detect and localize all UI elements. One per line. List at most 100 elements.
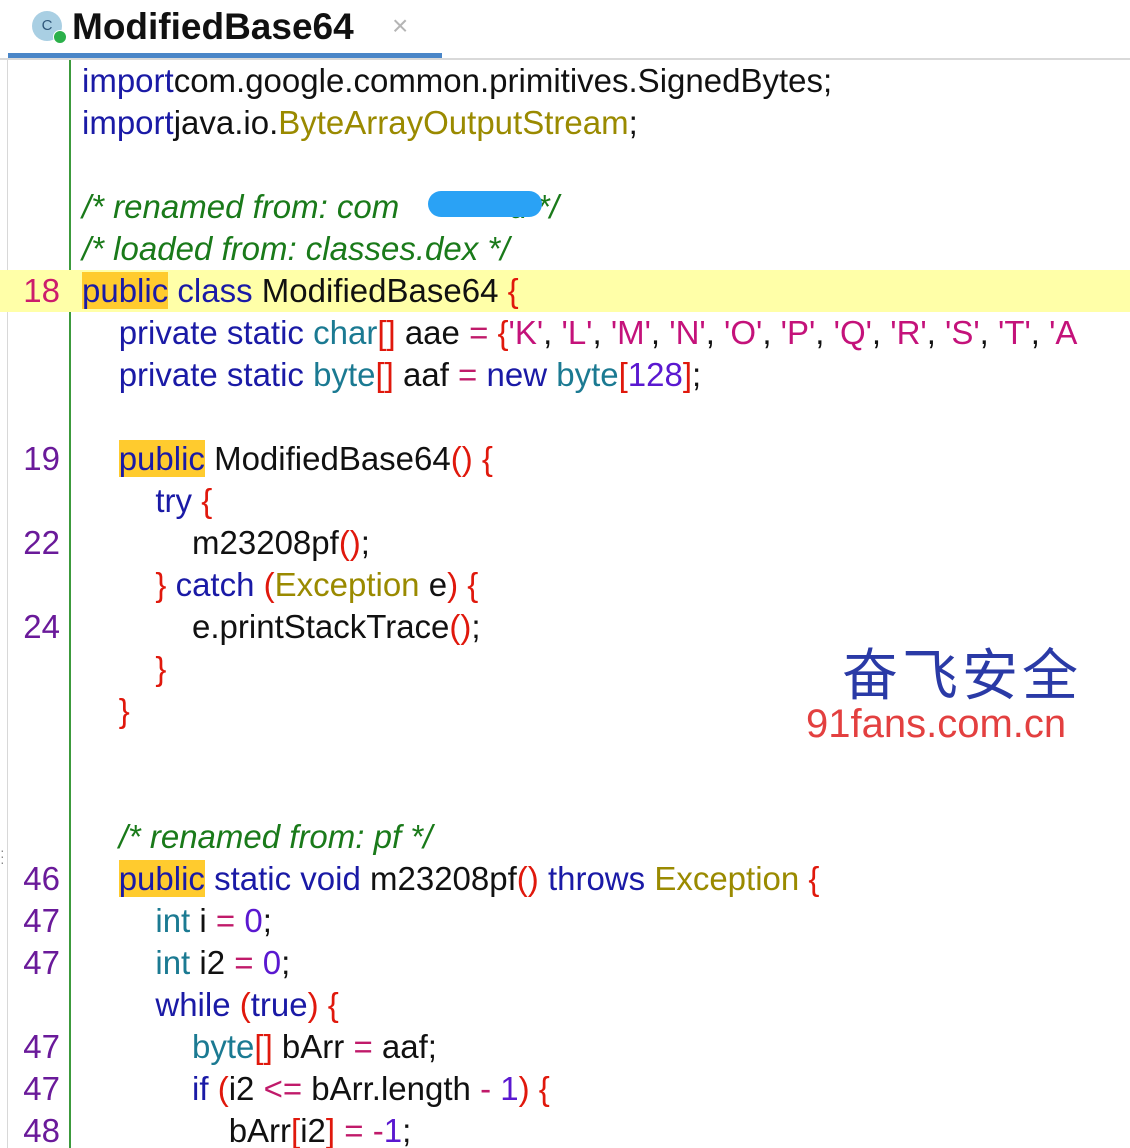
- code-token: import: [82, 62, 174, 99]
- code-token: 1: [383, 1112, 403, 1148]
- code-text: importjava.io.ByteArrayOutputStream;: [82, 102, 638, 144]
- code-token: i: [190, 902, 216, 939]
- code-text: m23208pf();: [82, 522, 370, 564]
- code-line[interactable]: 18 public class ModifiedBase64 {: [0, 270, 1130, 312]
- line-number: 46: [23, 860, 60, 897]
- code-text: if (i2 <= bArr.length - 1) {: [82, 1068, 550, 1110]
- code-token: public: [82, 272, 169, 309]
- code-token: ModifiedBase64: [204, 440, 451, 477]
- code-token: e.printStackTrace: [82, 608, 450, 645]
- code-line[interactable]: while (true) {: [0, 984, 1130, 1026]
- line-number: 47: [23, 902, 60, 939]
- code-token: while: [155, 986, 231, 1023]
- code-token: aaf;: [372, 1028, 437, 1065]
- code-token: ): [307, 986, 319, 1023]
- code-line[interactable]: [0, 396, 1130, 438]
- code-token: if: [192, 1070, 209, 1107]
- code-token: ,: [705, 314, 725, 351]
- code-text: }: [82, 690, 130, 732]
- code-text: e.printStackTrace();: [82, 606, 481, 648]
- code-line[interactable]: 47 if (i2 <= bArr.length - 1) {: [0, 1068, 1130, 1110]
- status-dot-icon: [53, 30, 67, 44]
- code-token: 'Q': [833, 314, 872, 351]
- code-token: m23208pf: [82, 524, 339, 561]
- close-icon[interactable]: ×: [392, 8, 408, 44]
- code-token: ,: [592, 314, 611, 351]
- code-line[interactable]: 48 bArr[i2] = -1;: [0, 1110, 1130, 1148]
- code-token: ): [447, 566, 459, 603]
- code-token: -: [480, 1070, 492, 1107]
- line-number: 22: [23, 524, 60, 561]
- code-line[interactable]: importcom.google.common.primitives.Signe…: [0, 60, 1130, 102]
- code-token: ByteArrayOutputStream: [278, 104, 629, 141]
- code-token: =: [353, 1028, 373, 1065]
- code-line[interactable]: [0, 144, 1130, 186]
- code-line[interactable]: /* renamed from: com d */: [0, 186, 1130, 228]
- code-token: i2: [228, 1070, 264, 1107]
- code-token: []: [254, 1028, 273, 1065]
- resize-handle[interactable]: · · ·: [0, 843, 6, 869]
- code-line[interactable]: 22 m23208pf();: [0, 522, 1130, 564]
- line-number: 19: [23, 440, 60, 477]
- code-token: 'N': [669, 314, 706, 351]
- code-line[interactable]: try {: [0, 480, 1130, 522]
- code-token: 'O': [724, 314, 763, 351]
- code-line[interactable]: } catch (Exception e) {: [0, 564, 1130, 606]
- code-token: (: [217, 1070, 229, 1107]
- code-token: public: [118, 440, 205, 477]
- code-line[interactable]: private static byte[] aaf = new byte[128…: [0, 354, 1130, 396]
- code-line[interactable]: 47 int i2 = 0;: [0, 942, 1130, 984]
- code-line[interactable]: 19 public ModifiedBase64() {: [0, 438, 1130, 480]
- code-token: {: [201, 482, 213, 519]
- line-number: 47: [23, 944, 60, 981]
- code-token: ,: [543, 314, 562, 351]
- line-number: 24: [23, 608, 60, 645]
- code-text: }: [82, 648, 166, 690]
- watermark-url: 91fans.com.cn: [806, 702, 1067, 746]
- code-token: =: [215, 902, 236, 939]
- code-token: com.google.common.primitives.SignedBytes…: [173, 62, 833, 99]
- code-token: (): [516, 860, 539, 897]
- code-line[interactable]: /* renamed from: pf */: [0, 816, 1130, 858]
- code-line[interactable]: /* loaded from: classes.dex */: [0, 228, 1130, 270]
- code-token: }: [155, 566, 167, 603]
- tab-modifiedbase64[interactable]: C ModifiedBase64 ×: [8, 0, 442, 58]
- code-token: e: [419, 566, 448, 603]
- code-line[interactable]: importjava.io.ByteArrayOutputStream;: [0, 102, 1130, 144]
- code-token: int: [155, 944, 191, 981]
- code-text: /* loaded from: classes.dex */: [82, 228, 509, 270]
- code-token: }: [118, 692, 130, 729]
- code-text: } catch (Exception e) {: [82, 564, 478, 606]
- code-text: try {: [82, 480, 212, 522]
- code-line[interactable]: 47 int i = 0;: [0, 900, 1130, 942]
- code-token: (): [449, 608, 472, 645]
- code-token: class: [177, 272, 253, 309]
- code-line[interactable]: 46 public static void m23208pf() throws …: [0, 858, 1130, 900]
- code-line[interactable]: private static char[] aae = {'K', 'L', '…: [0, 312, 1130, 354]
- code-token: /* renamed from: com: [82, 188, 400, 225]
- code-token: []: [375, 356, 394, 393]
- code-token: ;: [471, 608, 481, 645]
- code-token: 'M': [610, 314, 651, 351]
- code-line[interactable]: [0, 774, 1130, 816]
- code-line[interactable]: 47 byte[] bArr = aaf;: [0, 1026, 1130, 1068]
- code-text: private static char[] aae = {'K', 'L', '…: [82, 312, 1078, 354]
- code-editor[interactable]: importcom.google.common.primitives.Signe…: [0, 60, 1130, 1148]
- code-token: 'K': [508, 314, 544, 351]
- code-token: [: [291, 1112, 301, 1148]
- code-token: {: [327, 986, 339, 1023]
- code-token: =: [458, 356, 478, 393]
- code-text: int i2 = 0;: [82, 942, 290, 984]
